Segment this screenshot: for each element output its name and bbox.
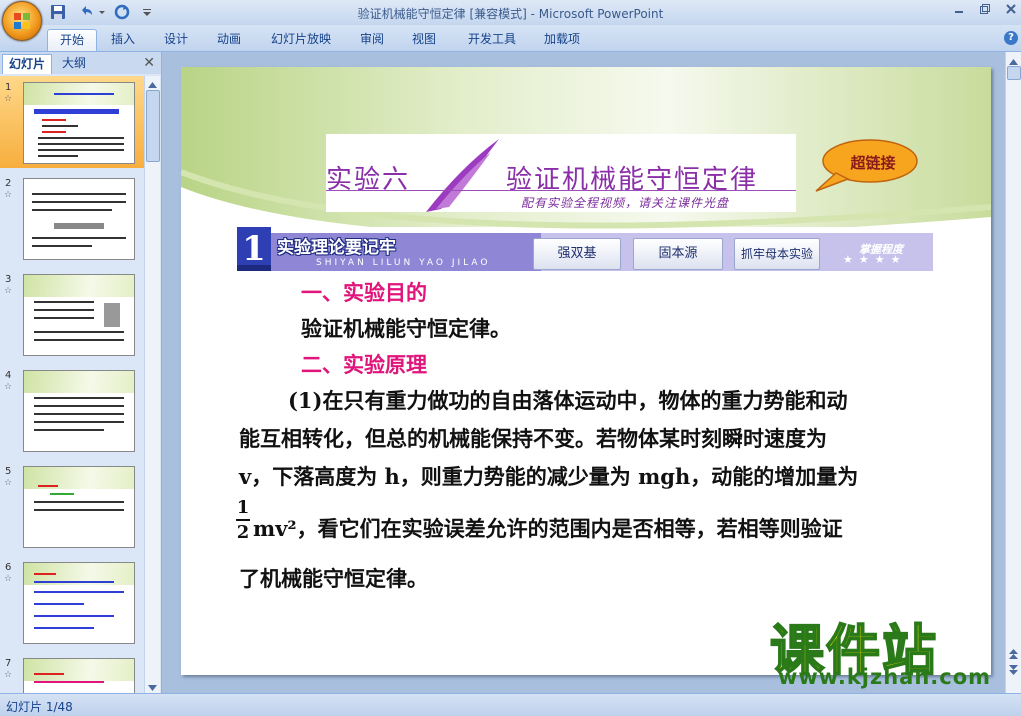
principle-line-3: v，下落高度为 h，则重力势能的减少量为 mgh，动能的增加量为 (239, 464, 859, 489)
window-controls (953, 3, 1017, 18)
principle-line-2: 能互相转化，但总的机械能保持不变。若物体某时刻瞬时速度为 (239, 426, 827, 451)
tab-outline[interactable]: 大纲 (56, 54, 92, 73)
close-pane-icon[interactable]: ✕ (143, 55, 155, 71)
thumbnails-scrollbar[interactable] (144, 76, 160, 693)
heading-principle: 二、实验原理 (301, 352, 427, 377)
slide-canvas[interactable]: 实验六 验证机械能守恒定律 配有实验全程视频，请关注课件光盘 超链接 1 实验理… (181, 67, 991, 675)
prev-slide-icon[interactable] (1009, 648, 1018, 662)
section-title: 实验理论要记牢 (277, 238, 396, 258)
animation-icon: ☆ (4, 190, 13, 200)
animation-icon: ☆ (4, 574, 13, 584)
animation-icon: ☆ (4, 670, 13, 680)
scroll-thumb[interactable] (1007, 66, 1021, 80)
slide-number: 2 (5, 178, 12, 189)
slides-pane: 幻灯片 大纲 ✕ 1 ☆ 2 ☆ 3 ☆ 4 ☆ 5 ☆ 6 ☆ 7 ☆ (0, 52, 162, 693)
brush-stroke-icon (426, 139, 499, 212)
purpose-text: 验证机械能守恒定律。 (301, 316, 511, 341)
tab-addins[interactable]: 加载项 (538, 29, 586, 50)
principle-line-1: (1)在只有重力做功的自由落体运动中，物体的重力势能和动 (288, 388, 848, 413)
slide-number: 3 (5, 274, 12, 285)
thumbnail-preview (23, 274, 135, 356)
office-logo-icon (14, 13, 30, 29)
slide-editor: 实验六 验证机械能守恒定律 配有实验全程视频，请关注课件光盘 超链接 1 实验理… (162, 52, 1021, 693)
thumbnail-preview (23, 562, 135, 644)
tab-insert[interactable]: 插入 (105, 29, 141, 50)
section-number: 1 (242, 229, 266, 269)
office-button[interactable] (2, 1, 42, 41)
principle-line-5: 了机械能守恒定律。 (239, 566, 428, 591)
tab-design[interactable]: 设计 (158, 29, 194, 50)
slide-thumbnails: 1 ☆ 2 ☆ 3 ☆ 4 ☆ 5 ☆ 6 ☆ 7 ☆ (0, 76, 144, 693)
banner-subtitle: 配有实验全程视频，请关注课件光盘 (521, 196, 730, 210)
fraction: 1 2 (236, 497, 250, 543)
tab-home[interactable]: 开始 (47, 29, 97, 51)
thumbnail-preview (23, 82, 135, 164)
slide-thumbnail-1[interactable]: 1 ☆ (0, 76, 144, 168)
editor-scrollbar[interactable] (1005, 52, 1021, 693)
tab-slideshow[interactable]: 幻灯片放映 (265, 29, 337, 50)
title-bar: 验证机械能守恒定律 [兼容模式] - Microsoft PowerPoint (0, 0, 1021, 25)
tab-view[interactable]: 视图 (406, 29, 442, 50)
animation-icon: ☆ (4, 286, 13, 296)
slide-number: 7 (5, 658, 12, 669)
thumbnail-preview (23, 466, 135, 548)
heading-purpose: 一、实验目的 (301, 280, 427, 305)
principle-line-4: mv²，看它们在实验误差允许的范围内是否相等，若相等则验证 (253, 516, 843, 541)
window-title: 验证机械能守恒定律 [兼容模式] - Microsoft PowerPoint (357, 7, 664, 21)
slide-thumbnail-4[interactable]: 4 ☆ (0, 364, 144, 456)
banner-underline (326, 190, 796, 191)
slide-count-status: 幻灯片 1/48 (6, 700, 73, 714)
slide-thumbnail-6[interactable]: 6 ☆ (0, 556, 144, 648)
pane-tabs: 幻灯片 大纲 ✕ (0, 52, 161, 74)
slide-thumbnail-5[interactable]: 5 ☆ (0, 460, 144, 552)
slide-thumbnail-2[interactable]: 2 ☆ (0, 172, 144, 264)
watermark-url: www.kjzhan.com (778, 665, 992, 689)
scroll-thumb[interactable] (146, 90, 160, 162)
help-icon[interactable]: ? (1004, 31, 1018, 45)
thumbnail-preview (23, 370, 135, 452)
status-bar: 幻灯片 1/48 (0, 693, 1021, 716)
slide-thumbnail-3[interactable]: 3 ☆ (0, 268, 144, 360)
star-rating-icon: ★★★★ (843, 253, 907, 266)
restore-icon[interactable] (979, 3, 991, 18)
hyperlink-button[interactable]: 超链接 (821, 152, 925, 173)
animation-icon: ☆ (4, 478, 13, 488)
next-slide-icon[interactable] (1009, 664, 1018, 678)
minimize-icon[interactable] (953, 3, 965, 18)
tab-review[interactable]: 审阅 (354, 29, 390, 50)
tab-animations[interactable]: 动画 (211, 29, 247, 50)
fraction-numerator: 1 (236, 497, 250, 518)
fraction-denominator: 2 (236, 522, 250, 543)
animation-icon: ☆ (4, 94, 13, 104)
thumbnail-preview (23, 178, 135, 260)
button-core-experiment[interactable]: 抓牢母本实验 (734, 238, 820, 270)
tab-slides[interactable]: 幻灯片 (2, 54, 53, 74)
slide-number: 6 (5, 562, 12, 573)
button-foundation[interactable]: 固本源 (633, 238, 723, 270)
button-basics[interactable]: 强双基 (533, 238, 621, 270)
tab-developer[interactable]: 开发工具 (462, 29, 522, 50)
thumbnail-preview (23, 658, 135, 693)
close-window-icon[interactable] (1005, 3, 1017, 18)
slide-number: 1 (5, 82, 12, 93)
slide-thumbnail-7[interactable]: 7 ☆ (0, 652, 144, 693)
ribbon-tabs: 开始 插入 设计 动画 幻灯片放映 审阅 视图 开发工具 加载项 ? (0, 25, 1021, 52)
slide-number: 5 (5, 466, 12, 477)
slide-number: 4 (5, 370, 12, 381)
section-pinyin: SHIYAN LILUN YAO JILAO (316, 258, 491, 268)
animation-icon: ☆ (4, 382, 13, 392)
